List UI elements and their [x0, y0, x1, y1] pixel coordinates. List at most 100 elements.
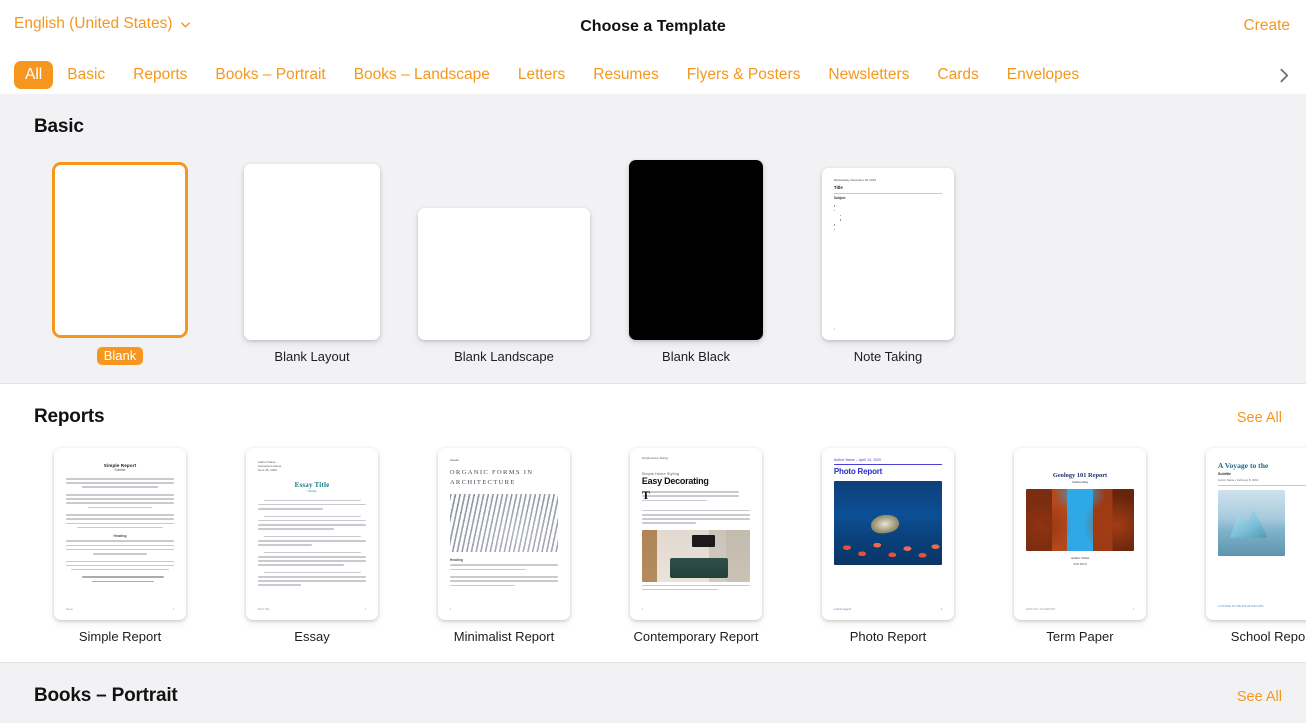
tab-resumes[interactable]: Resumes [579, 61, 672, 88]
template-item-simple-report[interactable]: Simple Report Subtitle [24, 442, 216, 645]
section-reports: Reports See All Simple Report Subtitle [0, 384, 1306, 663]
template-label: Blank Landscape [454, 349, 554, 365]
thumb-title: Essay Title [258, 481, 366, 489]
thumb-title: Geology 101 Report [1026, 472, 1134, 479]
template-thumbnail-blank-landscape[interactable] [418, 208, 590, 340]
template-row-basic: Blank Blank Layout [0, 138, 1306, 383]
thumb-heading: Heading [66, 534, 174, 538]
thumbnail-wrap: Wednesday, December 18, 2019 Title Subje… [822, 154, 954, 340]
tab-newsletters[interactable]: Newsletters [814, 61, 923, 88]
thumb-image-architecture [450, 494, 558, 552]
language-selector[interactable]: English (United States) [14, 16, 191, 32]
template-thumbnail-photo-report[interactable]: Author Name – April 14, 2020 Photo Repor… [822, 448, 954, 620]
template-chooser-window: English (United States) Choose a Templat… [0, 0, 1306, 724]
thumbnail-wrap: Author Name – April 14, 2020 Photo Repor… [822, 442, 954, 620]
template-thumbnail-blank-black[interactable] [629, 160, 763, 340]
tab-all[interactable]: All [14, 61, 53, 88]
template-item-note-taking[interactable]: Wednesday, December 18, 2019 Title Subje… [792, 154, 984, 365]
template-thumbnail-essay[interactable]: Author Name Instructor's Name June 25, 2… [246, 448, 378, 620]
thumb-image-canyon [1026, 489, 1134, 551]
template-scroll-area[interactable]: Basic Blank [0, 94, 1306, 724]
template-thumbnail-minimalist-report[interactable]: Header ORGANIC FORMS IN ARCHITECTURE Hea… [438, 448, 570, 620]
thumb-title: Easy Decorating [642, 477, 750, 486]
thumb-kicker: Header [450, 458, 558, 462]
thumbnail-wrap [244, 154, 380, 340]
tab-cards[interactable]: Cards [923, 61, 992, 88]
template-label: Essay [294, 629, 329, 645]
template-item-blank-landscape[interactable]: Blank Landscape [408, 154, 600, 365]
thumb-note-bullets [834, 204, 942, 230]
thumb-subtitle: Subheading [1026, 480, 1134, 484]
template-label: Photo Report [850, 629, 927, 645]
section-title: Reports [34, 406, 104, 428]
template-label: Blank Layout [274, 349, 349, 365]
thumbnail-wrap: A Voyage to the Subtitle Author Name • F… [1206, 442, 1306, 620]
template-thumbnail-simple-report[interactable]: Simple Report Subtitle [54, 448, 186, 620]
tab-books-landscape[interactable]: Books – Landscape [340, 61, 504, 88]
tab-reports[interactable]: Reports [119, 61, 201, 88]
section-books-portrait: Books – Portrait See All [0, 663, 1306, 723]
template-label: Simple Report [79, 629, 161, 645]
thumbnail-wrap: Header ORGANIC FORMS IN ARCHITECTURE Hea… [438, 442, 570, 620]
create-button[interactable]: Create [1243, 18, 1290, 34]
template-item-essay[interactable]: Author Name Instructor's Name June 25, 2… [216, 442, 408, 645]
see-all-reports-button[interactable]: See All [1237, 410, 1282, 426]
thumb-term: Fall 2019 [1026, 562, 1134, 566]
template-label: Contemporary Report [634, 629, 759, 645]
template-thumbnail-note-taking[interactable]: Wednesday, December 18, 2019 Title Subje… [822, 168, 954, 340]
window-toolbar: English (United States) Choose a Templat… [0, 0, 1306, 56]
thumbnail-wrap: Geology 101 Report Subheading Author Nam… [1014, 442, 1146, 620]
thumbnail-wrap [629, 154, 763, 340]
thumb-subtitle: Subtitle [258, 489, 366, 493]
template-item-term-paper[interactable]: Geology 101 Report Subheading Author Nam… [984, 442, 1176, 645]
template-item-photo-report[interactable]: Author Name – April 14, 2020 Photo Repor… [792, 442, 984, 645]
thumbnail-wrap: Simple Report Subtitle [54, 442, 186, 620]
thumb-author: Author Name [1026, 556, 1134, 560]
template-label: Note Taking [854, 349, 922, 365]
template-thumbnail-school-report[interactable]: A Voyage to the Subtitle Author Name • F… [1206, 448, 1306, 620]
thumb-note-title: Title [834, 185, 942, 190]
thumb-image-interior [642, 530, 750, 582]
template-label: Blank Black [662, 349, 730, 365]
template-label: Minimalist Report [454, 629, 554, 645]
template-item-contemporary-report[interactable]: Simple Home Styling Simple Home Styling … [600, 442, 792, 645]
template-label: Blank [97, 347, 144, 365]
thumbnail-wrap: Simple Home Styling Simple Home Styling … [630, 442, 762, 620]
tab-flyers-posters[interactable]: Flyers & Posters [673, 61, 815, 88]
template-item-minimalist-report[interactable]: Header ORGANIC FORMS IN ARCHITECTURE Hea… [408, 442, 600, 645]
thumbnail-wrap [52, 152, 188, 338]
template-row-reports: Simple Report Subtitle [0, 428, 1306, 663]
thumb-subtitle: Subtitle [66, 468, 174, 472]
section-basic: Basic Blank [0, 94, 1306, 383]
section-header-reports: Reports See All [0, 384, 1306, 428]
thumb-subtitle: Subtitle [1218, 472, 1306, 476]
see-all-books-portrait-button[interactable]: See All [1237, 689, 1282, 705]
thumb-note-subject: Subject [834, 196, 942, 200]
thumbnail-wrap [418, 154, 590, 340]
template-label: School Report [1231, 629, 1306, 645]
thumb-title: Photo Report [834, 467, 942, 476]
language-label: English (United States) [14, 16, 173, 32]
section-title: Books – Portrait [34, 685, 178, 707]
thumb-image-underwater [834, 481, 942, 565]
tab-letters[interactable]: Letters [504, 61, 579, 88]
template-item-blank[interactable]: Blank [24, 152, 216, 365]
template-item-school-report[interactable]: A Voyage to the Subtitle Author Name • F… [1176, 442, 1306, 645]
thumb-header: Simple Home Styling [642, 456, 750, 460]
tab-books-portrait[interactable]: Books – Portrait [201, 61, 339, 88]
template-item-blank-layout[interactable]: Blank Layout [216, 154, 408, 365]
section-title: Basic [34, 116, 84, 138]
template-thumbnail-blank-layout[interactable] [244, 164, 380, 340]
thumb-note-date: Wednesday, December 18, 2019 [834, 178, 942, 182]
template-thumbnail-blank[interactable] [52, 162, 188, 338]
thumb-image-iceberg [1218, 490, 1285, 556]
tabs-scroll-right-button[interactable] [1268, 56, 1298, 94]
template-item-blank-black[interactable]: Blank Black [600, 154, 792, 365]
chevron-right-icon [1277, 67, 1290, 84]
tab-envelopes[interactable]: Envelopes [993, 61, 1093, 88]
template-thumbnail-term-paper[interactable]: Geology 101 Report Subheading Author Nam… [1014, 448, 1146, 620]
thumb-heading: Heading [450, 558, 558, 562]
thumb-kicker: Author Name – April 14, 2020 [834, 458, 942, 462]
tab-basic[interactable]: Basic [53, 61, 119, 88]
template-thumbnail-contemporary-report[interactable]: Simple Home Styling Simple Home Styling … [630, 448, 762, 620]
